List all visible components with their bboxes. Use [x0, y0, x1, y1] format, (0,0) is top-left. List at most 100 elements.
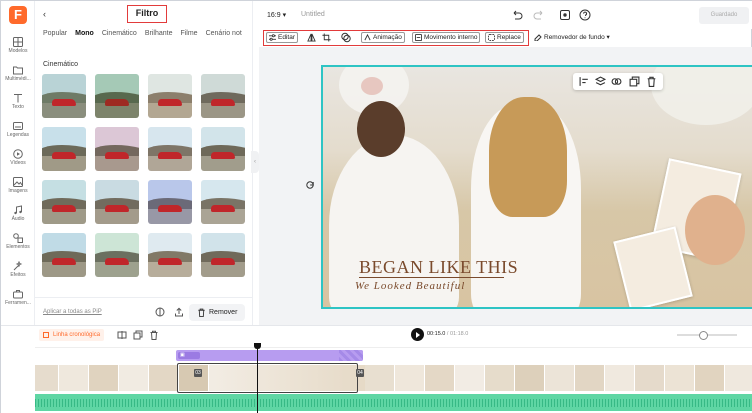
- mask-icon[interactable]: [341, 32, 351, 43]
- filter-thumbnail[interactable]: [95, 233, 139, 277]
- delete-icon[interactable]: [646, 76, 657, 87]
- replace-icon: [488, 33, 495, 41]
- overlay-subtitle-text[interactable]: We Looked Beautiful: [355, 280, 465, 292]
- playhead[interactable]: [254, 343, 261, 413]
- rail-item-text[interactable]: Texto: [1, 93, 35, 110]
- aspect-ratio-selector[interactable]: 16:9 ▾: [267, 11, 286, 19]
- play-button[interactable]: [411, 328, 424, 341]
- apply-all-pip-link[interactable]: Aplicar a todas as PiP: [43, 309, 102, 315]
- clip-number-right: 04: [356, 369, 364, 377]
- filter-thumbnail[interactable]: [201, 74, 245, 118]
- compare-icon[interactable]: [155, 307, 165, 317]
- rail-label: Imagens: [8, 188, 28, 194]
- rail-item-templates[interactable]: Modelos: [1, 37, 35, 54]
- aspect-ratio-value: 16:9: [267, 12, 281, 19]
- tab-bright[interactable]: Brilhante: [145, 30, 173, 40]
- video-track[interactable]: [35, 365, 752, 391]
- rail-item-videos[interactable]: Vídeos: [1, 149, 35, 166]
- trash-icon: [198, 308, 205, 317]
- crop-icon[interactable]: [322, 32, 331, 43]
- filter-thumbnail[interactable]: [148, 180, 192, 224]
- filter-thumbnail[interactable]: [148, 74, 192, 118]
- filter-thumbnail[interactable]: [95, 180, 139, 224]
- align-icon[interactable]: [579, 76, 590, 87]
- motion-icon: [415, 33, 422, 41]
- rail-item-media[interactable]: Multimédi...: [1, 65, 35, 82]
- clip-frame: [365, 365, 395, 391]
- upload-icon[interactable]: [174, 307, 184, 317]
- inner-motion-button[interactable]: Movimento interno: [412, 32, 481, 43]
- toolbox-icon: [13, 290, 23, 299]
- text-icon: [14, 94, 22, 103]
- overlay-title-text[interactable]: BEGAN LIKE THIS: [359, 257, 518, 278]
- tab-popular[interactable]: Popular: [43, 30, 67, 40]
- filter-thumbnail[interactable]: [201, 180, 245, 224]
- filter-thumbnail[interactable]: [148, 127, 192, 171]
- rotate-handle-icon[interactable]: [305, 180, 315, 190]
- timecode: 00:15.0 / 01:18.0: [427, 331, 468, 337]
- filter-thumbnail[interactable]: [95, 74, 139, 118]
- rail-item-effects[interactable]: Efeitos: [1, 261, 35, 278]
- selected-clip[interactable]: [177, 363, 358, 393]
- group-icon[interactable]: [611, 76, 622, 87]
- tab-film[interactable]: Filme: [180, 30, 197, 40]
- animation-button[interactable]: Animação: [361, 32, 405, 43]
- filter-thumbnail[interactable]: [42, 233, 86, 277]
- redo-icon[interactable]: [533, 9, 545, 21]
- rail-item-images[interactable]: Imagens: [1, 177, 35, 194]
- filter-thumbnail[interactable]: [201, 127, 245, 171]
- current-time: 00:15.0: [427, 331, 446, 337]
- split-icon[interactable]: [117, 330, 127, 340]
- rail-item-audio[interactable]: Áudio: [1, 205, 35, 222]
- remove-label: Remover: [209, 309, 238, 316]
- timeline-zoom-slider[interactable]: [677, 331, 737, 340]
- layers-icon[interactable]: [594, 76, 607, 87]
- filter-thumbnail[interactable]: [42, 74, 86, 118]
- overlay-divider: [359, 277, 504, 278]
- filter-thumbnail[interactable]: [201, 233, 245, 277]
- timeline-toggle[interactable]: Linha cronológica: [39, 329, 105, 341]
- tab-night-scene[interactable]: Cenário not: [206, 30, 242, 40]
- clip-frame: [575, 365, 605, 391]
- inner-motion-label: Movimento interno: [424, 34, 478, 41]
- bride-hair: [489, 97, 567, 217]
- undo-icon[interactable]: [511, 9, 523, 21]
- tab-cinematic[interactable]: Cinemático: [102, 30, 137, 40]
- video-preview[interactable]: BEGAN LIKE THIS We Looked Beautiful: [321, 65, 752, 309]
- remove-filter-button[interactable]: Remover: [189, 304, 245, 321]
- filter-thumbnail[interactable]: [42, 180, 86, 224]
- flip-icon[interactable]: [307, 32, 316, 43]
- back-arrow-icon[interactable]: ‹: [43, 9, 53, 19]
- replace-button[interactable]: Replace: [485, 32, 524, 43]
- overlay-clip-chip: ▣: [178, 352, 200, 359]
- grid-icon: [13, 37, 23, 47]
- filter-thumbnail[interactable]: [148, 233, 192, 277]
- overlay-clip-track[interactable]: ▣: [176, 350, 363, 361]
- edit-toolbar: Editar Animação Movimento interno Replac…: [263, 30, 752, 46]
- edit-button[interactable]: Editar: [266, 32, 298, 43]
- filter-thumbnail[interactable]: [42, 127, 86, 171]
- rail-item-captions[interactable]: Legendas: [1, 121, 35, 138]
- duplicate-icon[interactable]: [629, 76, 640, 87]
- saved-status-button[interactable]: Guardado: [699, 7, 749, 24]
- rail-label: Elementos: [6, 244, 30, 250]
- collapse-panel-handle[interactable]: ‹: [251, 151, 259, 173]
- tab-mono[interactable]: Mono: [75, 30, 94, 40]
- background-remover-dropdown[interactable]: Removedor de fundo ▾: [534, 32, 610, 43]
- help-icon[interactable]: [579, 9, 591, 21]
- screen-capture-icon[interactable]: [559, 9, 571, 21]
- filter-thumbnail[interactable]: [95, 127, 139, 171]
- clip-frame: [149, 365, 179, 391]
- selection-border-bottom: [321, 307, 752, 309]
- selection-border-left: [321, 65, 323, 309]
- rail-item-tools[interactable]: Ferramen...: [1, 289, 35, 306]
- clip-number-left: 03: [194, 369, 202, 377]
- project-title[interactable]: Untitled: [301, 11, 325, 18]
- effects-icon: [13, 261, 23, 271]
- audio-track[interactable]: [35, 394, 752, 411]
- timeline-delete-icon[interactable]: [149, 330, 159, 340]
- copy-icon[interactable]: [133, 330, 143, 340]
- rail-item-elements[interactable]: Elementos: [1, 233, 35, 250]
- animation-label: Animação: [373, 34, 402, 41]
- clip-frame: [59, 365, 89, 391]
